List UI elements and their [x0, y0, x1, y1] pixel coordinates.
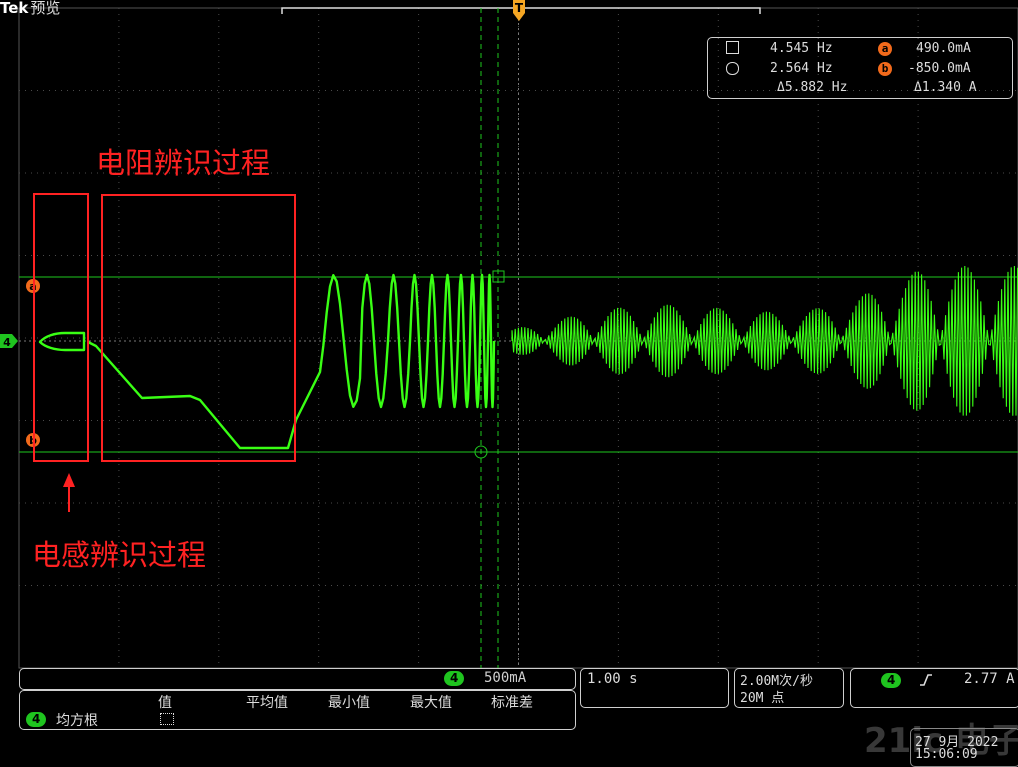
rising-edge-icon	[920, 674, 932, 686]
channel-4-level-label: 4	[3, 336, 11, 349]
cursor-1-frequency: 4.545 Hz	[770, 41, 833, 56]
delta-value: Δ1.340 A	[914, 80, 977, 95]
value-indicator-icon	[160, 713, 174, 725]
column-max: 最大值	[410, 695, 452, 711]
column-mean: 平均值	[246, 695, 288, 711]
channel-4-waveform	[38, 273, 496, 450]
horizontal-scale-panel[interactable]: 1.00 s	[580, 668, 729, 708]
cursor-b-icon: b	[878, 62, 892, 76]
acquisition-mode: 预览	[30, 0, 61, 17]
cursor-b-value: -850.0mA	[908, 61, 971, 76]
trigger-level: 2.77 A	[964, 671, 1015, 687]
cursor-circle-icon	[726, 62, 739, 75]
resistance-annotation: 电阻辨识过程	[96, 146, 271, 180]
measurement-source-badge: 4	[26, 712, 47, 727]
cursor-a-icon: a	[878, 42, 892, 56]
inductance-annotation: 电感辨识过程	[32, 538, 207, 572]
channel-4-badge: 4	[444, 671, 465, 686]
cursor-2-frequency: 2.564 Hz	[770, 61, 833, 76]
measurement-panel[interactable]: 4 均方根 值 平均值 最小值 最大值 标准差	[19, 690, 576, 730]
trigger-source-badge: 4	[881, 673, 902, 688]
cursor-square-icon	[726, 41, 739, 54]
measurement-type: 均方根	[56, 713, 98, 729]
brand-name: Tek	[0, 0, 29, 17]
resistance-identification-box	[101, 194, 296, 462]
acquisition-panel[interactable]: 2.00M次/秒 20M 点	[734, 668, 844, 708]
column-min: 最小值	[328, 695, 370, 711]
oscilloscope-screen: T 4 a b Tek 预览 4.545 Hz a 490.0mA 2.564 H…	[0, 0, 1018, 767]
column-value: 值	[158, 695, 172, 711]
record-length: 20M 点	[740, 691, 785, 706]
time: 15:06:09	[915, 747, 978, 762]
brand-logo: Tek 预览	[0, 0, 60, 18]
trigger-position-label: T	[515, 1, 524, 15]
trigger-panel[interactable]: 4 2.77 A	[850, 668, 1018, 708]
annotation-arrow-head	[63, 473, 75, 487]
datetime-panel: 27 9月 2022 15:06:09	[910, 728, 1018, 767]
cursor-readout-panel: 4.545 Hz a 490.0mA 2.564 Hz b -850.0mA Δ…	[707, 37, 1013, 99]
waveform-display: T 4 a b	[0, 0, 1018, 669]
cursor-a-value: 490.0mA	[916, 41, 971, 56]
delta-frequency: Δ5.882 Hz	[777, 80, 848, 95]
column-stddev: 标准差	[491, 695, 533, 711]
channel-scale-panel[interactable]: 4 500mA	[19, 668, 576, 690]
time-per-division: 1.00 s	[587, 671, 638, 687]
channel-4-scale: 500mA	[484, 670, 527, 686]
